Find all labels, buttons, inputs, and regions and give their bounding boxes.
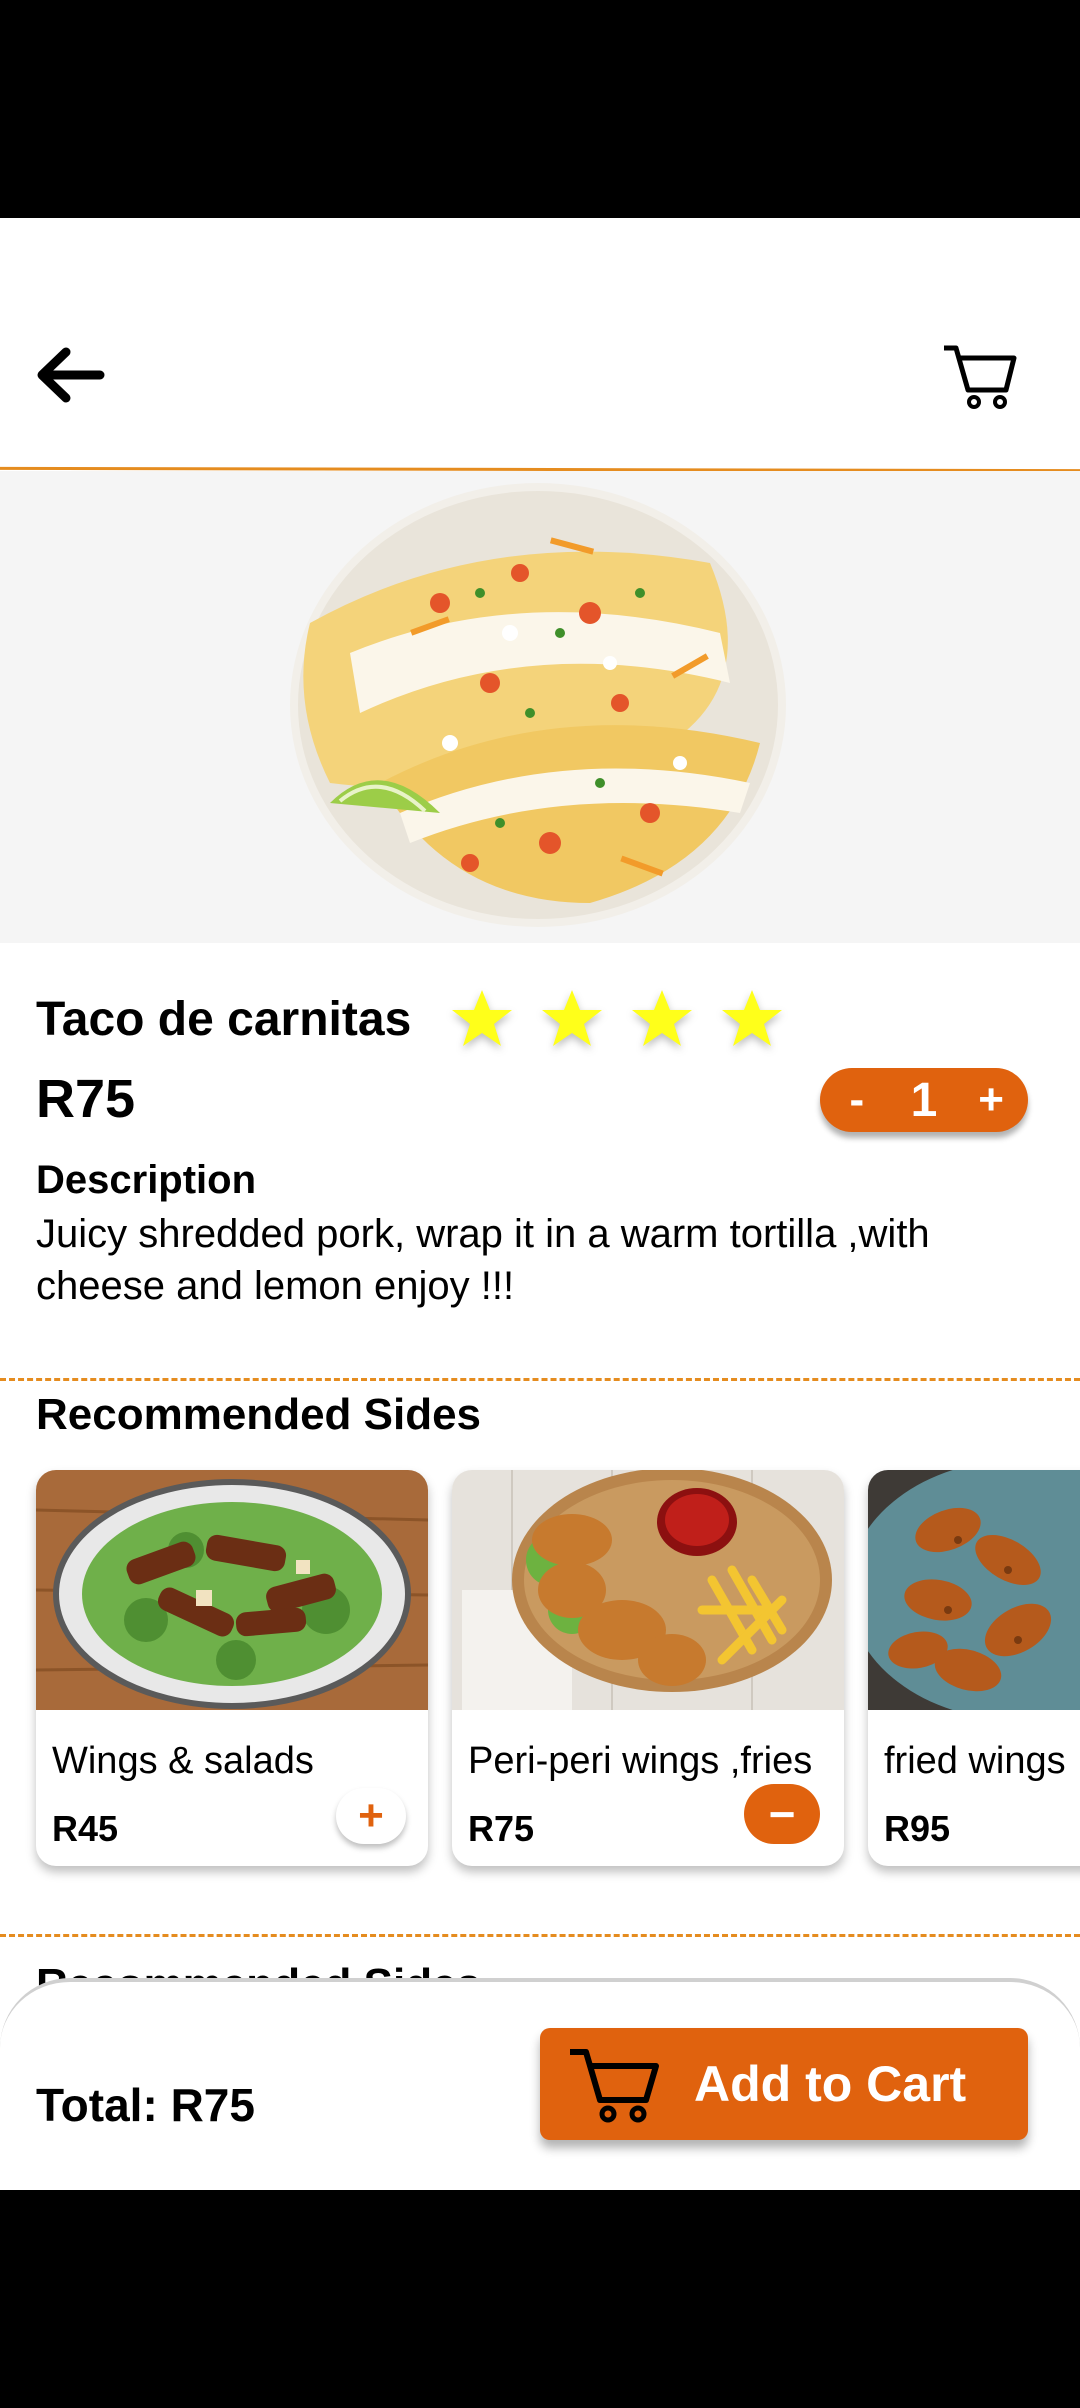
product-detail-screen: Taco de carnitas R75 - 1 + Description J… xyxy=(0,218,1080,2190)
total-amount: Total: R75 xyxy=(36,2079,255,2131)
section-divider xyxy=(0,1378,1080,1381)
remove-side-button[interactable]: − xyxy=(744,1784,820,1844)
side-name: Wings & salads xyxy=(52,1740,314,1782)
add-side-button[interactable]: + xyxy=(336,1788,406,1844)
quantity-decrease-button[interactable]: - xyxy=(837,1078,877,1122)
product-image xyxy=(290,483,786,927)
cart-icon xyxy=(570,2049,659,2123)
product-title: Taco de carnitas xyxy=(36,993,412,1046)
side-image xyxy=(36,1470,428,1710)
add-to-cart-label: Add to Cart xyxy=(694,2056,967,2112)
star-icon xyxy=(632,990,692,1046)
checkout-bar: Total: R75 Add to Cart xyxy=(0,1978,1080,2190)
header xyxy=(0,218,1080,470)
side-image xyxy=(868,1470,1080,1710)
add-to-cart-button[interactable]: Add to Cart xyxy=(540,2028,1028,2140)
product-price: R75 xyxy=(36,1069,136,1129)
star-icon xyxy=(452,990,512,1046)
side-price: R75 xyxy=(468,1808,535,1849)
side-image xyxy=(452,1470,844,1710)
side-price: R95 xyxy=(884,1808,951,1849)
star-icon xyxy=(722,990,782,1046)
back-arrow-icon[interactable] xyxy=(30,340,110,410)
product-hero xyxy=(0,471,1080,943)
description-heading: Description xyxy=(36,1158,257,1202)
side-card[interactable]: Peri-peri wings ,fries R75 − xyxy=(452,1470,844,1866)
side-card[interactable]: Wings & salads R45 + xyxy=(36,1470,428,1866)
recommended-heading: Recommended Sides xyxy=(36,1390,482,1439)
side-price: R45 xyxy=(52,1808,119,1849)
section-divider xyxy=(0,1934,1080,1937)
side-name: Peri-peri wings ,fries xyxy=(468,1740,813,1782)
side-card[interactable]: fried wings R95 xyxy=(868,1470,1080,1866)
quantity-increase-button[interactable]: + xyxy=(971,1078,1011,1122)
quantity-stepper: - 1 + xyxy=(820,1068,1028,1132)
rating-stars xyxy=(450,986,784,1050)
side-name: fried wings xyxy=(884,1740,1066,1782)
cart-icon[interactable] xyxy=(940,336,1020,416)
quantity-value: 1 xyxy=(910,1073,938,1127)
star-icon xyxy=(542,990,602,1046)
description-text: Juicy shredded pork, wrap it in a warm t… xyxy=(36,1212,930,1308)
